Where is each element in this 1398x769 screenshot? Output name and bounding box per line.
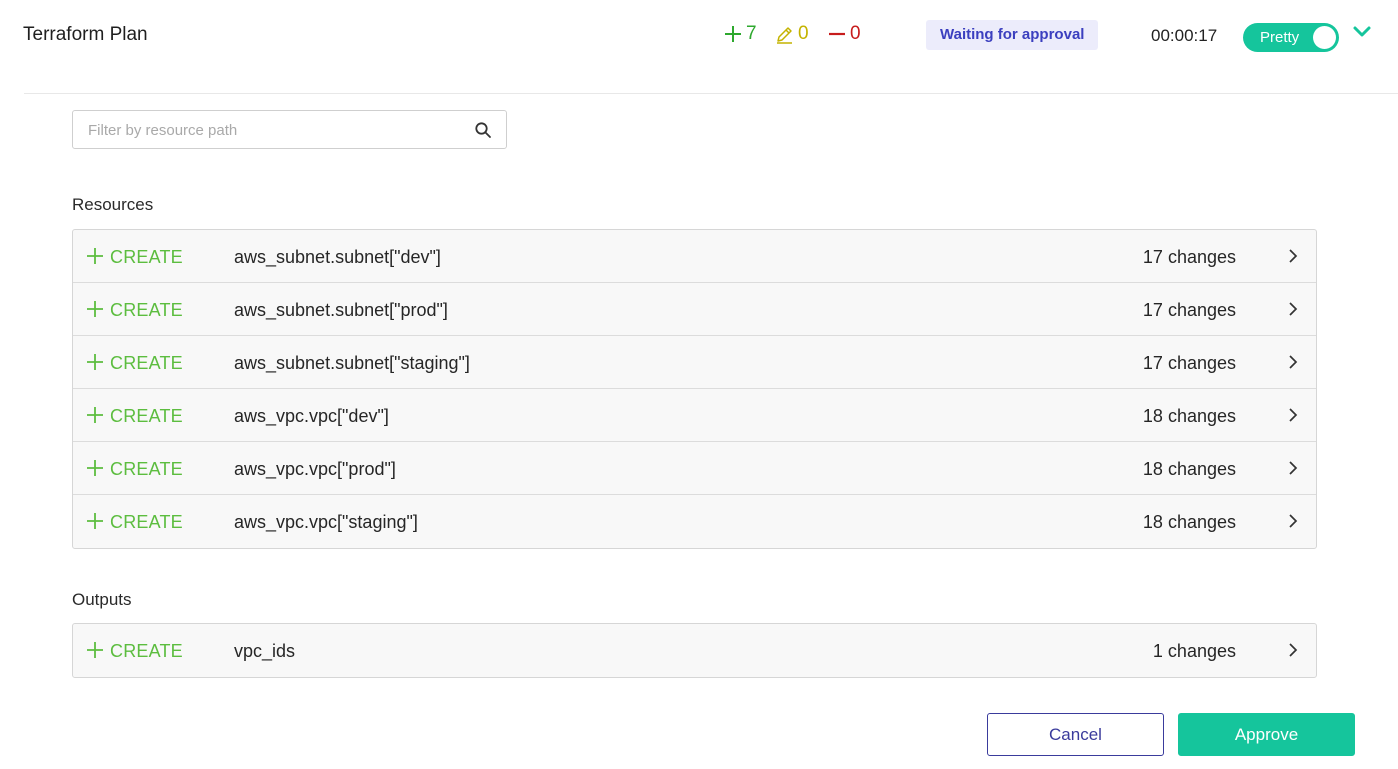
chevron-right-icon[interactable] [1288, 513, 1298, 529]
change-count: 0 [798, 23, 809, 44]
plus-icon [87, 513, 103, 529]
page-title: Terraform Plan [23, 24, 148, 45]
destroy-count-stat: 0 [828, 23, 861, 45]
approve-button[interactable]: Approve [1178, 713, 1355, 756]
status-badge: Waiting for approval [926, 20, 1099, 50]
resource-path: aws_subnet.subnet["staging"] [234, 353, 470, 373]
plus-icon [87, 248, 103, 264]
chevron-right-icon[interactable] [1288, 642, 1298, 658]
resource-row[interactable]: CREATE aws_vpc.vpc["prod"] 18 changes [73, 442, 1316, 495]
header-divider [24, 93, 1398, 94]
outputs-heading: Outputs [72, 590, 132, 609]
plus-icon [87, 407, 103, 423]
resources-list: CREATE aws_subnet.subnet["dev"] 17 chang… [72, 229, 1317, 549]
output-action: CREATE [110, 641, 183, 661]
plus-icon [87, 642, 103, 658]
resource-row[interactable]: CREATE aws_vpc.vpc["staging"] 18 changes [73, 495, 1316, 548]
resource-action: CREATE [110, 512, 183, 532]
destroy-count: 0 [850, 23, 861, 44]
toggle-label: Pretty [1260, 29, 1300, 46]
resource-row[interactable]: CREATE aws_vpc.vpc["dev"] 18 changes [73, 389, 1316, 442]
output-changes: 1 changes [1152, 641, 1236, 661]
plus-icon [725, 26, 741, 42]
resource-changes: 18 changes [1142, 406, 1236, 426]
elapsed-timer: 00:00:17 [1151, 26, 1218, 45]
resource-path: aws_vpc.vpc["dev"] [234, 406, 389, 426]
resource-action: CREATE [110, 459, 183, 479]
chevron-right-icon[interactable] [1288, 354, 1298, 370]
change-count-stat: 0 [775, 23, 809, 45]
collapse-button[interactable] [1352, 24, 1372, 40]
resource-changes: 18 changes [1142, 459, 1236, 479]
pretty-toggle[interactable]: Pretty [1243, 23, 1339, 52]
search-icon[interactable] [474, 121, 492, 139]
plus-icon [87, 460, 103, 476]
resources-heading: Resources [72, 195, 154, 214]
chevron-right-icon[interactable] [1288, 460, 1298, 476]
pencil-icon [777, 26, 792, 44]
resource-action: CREATE [110, 353, 183, 373]
minus-icon [829, 32, 845, 36]
resource-path: aws_subnet.subnet["prod"] [234, 300, 448, 320]
output-row[interactable]: CREATE vpc_ids 1 changes [73, 624, 1316, 677]
chevron-right-icon[interactable] [1288, 407, 1298, 423]
plus-icon [87, 354, 103, 370]
add-count-stat: 7 [724, 23, 757, 45]
plan-header: Terraform Plan 7 0 0 Waiting for approva… [0, 0, 1398, 72]
resource-row[interactable]: CREATE aws_subnet.subnet["dev"] 17 chang… [73, 230, 1316, 283]
output-path: vpc_ids [234, 641, 296, 661]
outputs-list: CREATE vpc_ids 1 changes [72, 623, 1317, 678]
filter-input[interactable] [88, 120, 468, 140]
plus-icon [87, 301, 103, 317]
resource-action: CREATE [110, 300, 183, 320]
resource-path: aws_vpc.vpc["prod"] [234, 459, 396, 479]
toggle-knob [1313, 26, 1336, 49]
add-count: 7 [746, 23, 757, 44]
filter-field[interactable] [72, 110, 507, 149]
resource-action: CREATE [110, 247, 183, 267]
resource-action: CREATE [110, 406, 183, 426]
resource-row[interactable]: CREATE aws_subnet.subnet["staging"] 17 c… [73, 336, 1316, 389]
resource-changes: 18 changes [1142, 512, 1236, 532]
resource-changes: 17 changes [1142, 300, 1236, 320]
resource-row[interactable]: CREATE aws_subnet.subnet["prod"] 17 chan… [73, 283, 1316, 336]
chevron-down-icon [1353, 26, 1371, 37]
resource-path: aws_subnet.subnet["dev"] [234, 247, 441, 267]
chevron-right-icon[interactable] [1288, 301, 1298, 317]
resource-changes: 17 changes [1142, 247, 1236, 267]
cancel-button[interactable]: Cancel [987, 713, 1164, 756]
chevron-right-icon[interactable] [1288, 248, 1298, 264]
resource-path: aws_vpc.vpc["staging"] [234, 512, 418, 532]
resource-changes: 17 changes [1142, 353, 1236, 373]
